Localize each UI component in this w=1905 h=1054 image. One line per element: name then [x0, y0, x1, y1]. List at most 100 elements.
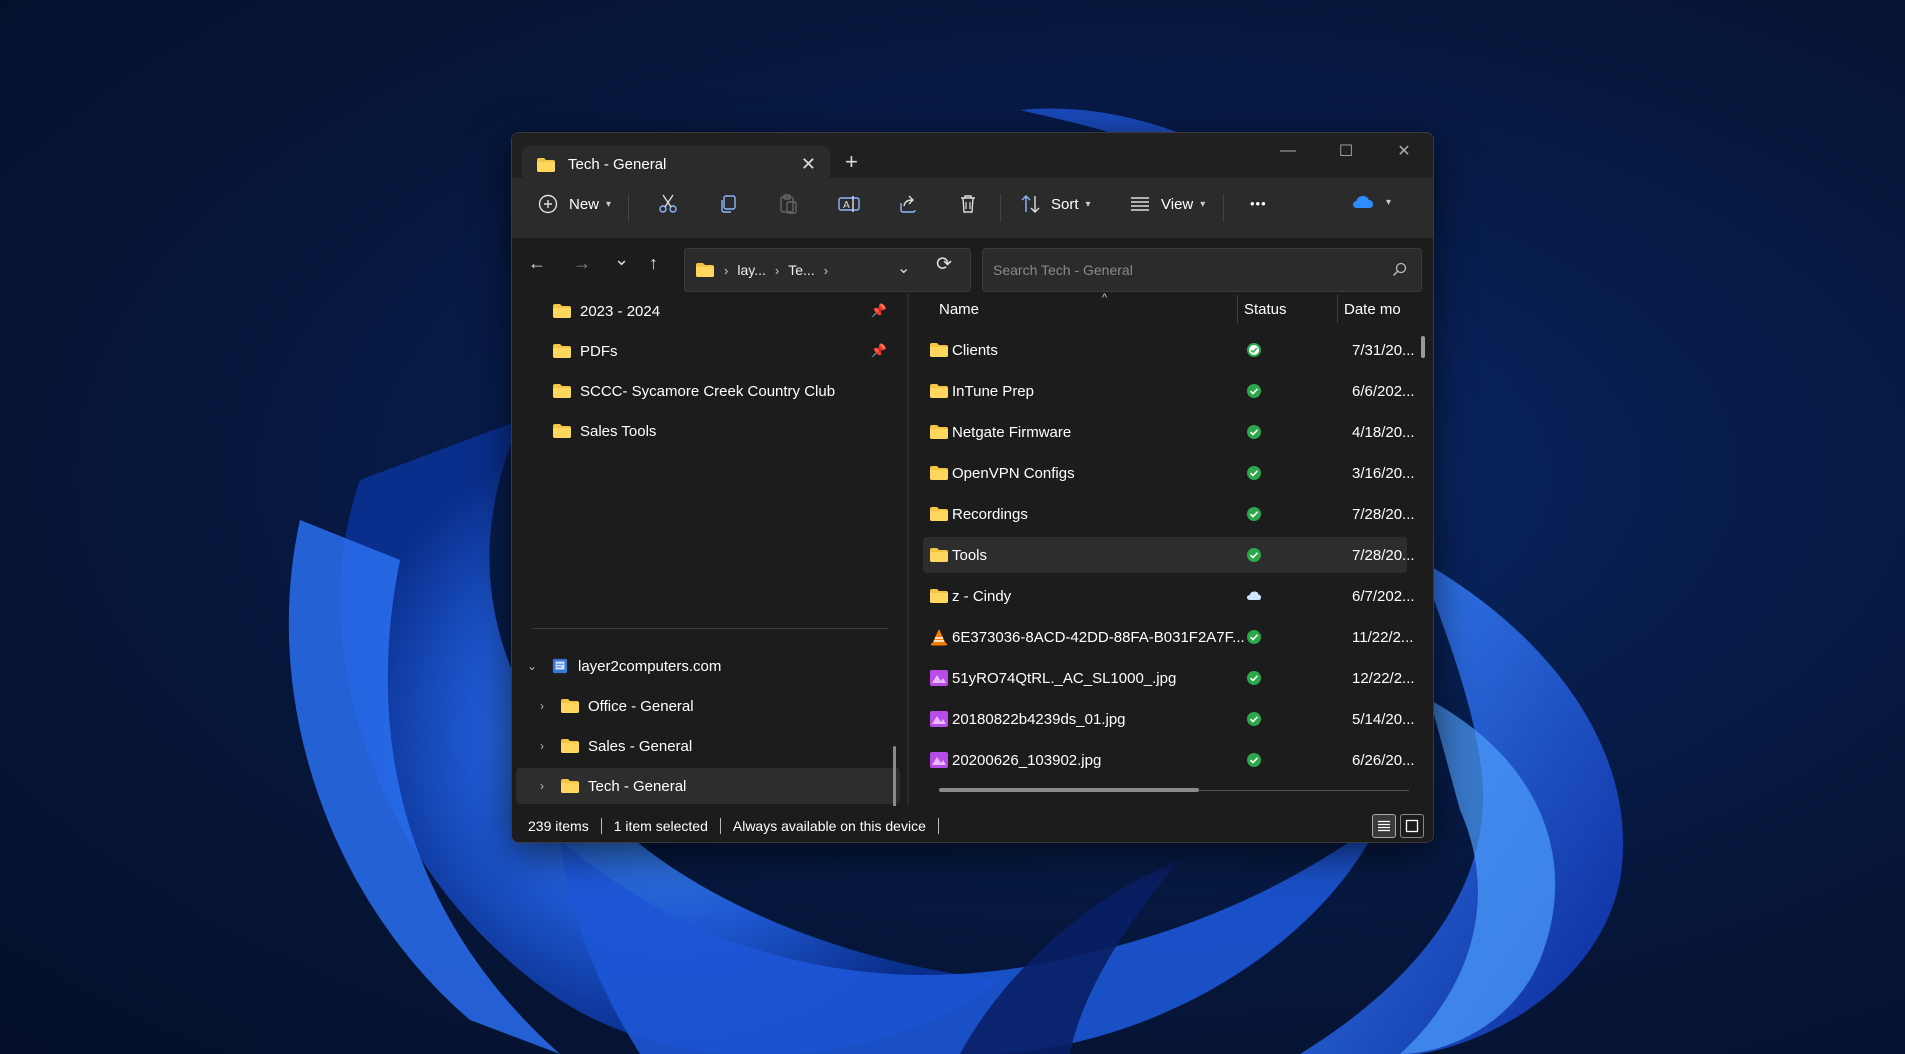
search-placeholder: Search Tech - General	[993, 262, 1133, 278]
pane-splitter[interactable]	[907, 291, 909, 806]
back-button[interactable]: ←	[528, 253, 546, 274]
status-separator	[937, 817, 939, 834]
synced-status-icon	[1247, 712, 1261, 726]
onedrive-button[interactable]: ▾	[1352, 194, 1391, 210]
breadcrumb-item-layer2[interactable]: lay...	[737, 262, 766, 278]
close-window-button[interactable]: ✕	[1375, 133, 1433, 169]
maximize-button[interactable]: ☐	[1317, 133, 1375, 169]
synced-status-icon	[1247, 753, 1261, 767]
close-tab-icon[interactable]: ✕	[801, 154, 816, 175]
cut-button[interactable]	[658, 194, 678, 214]
quick-access-item[interactable]: 2023 - 2024 📌	[552, 293, 887, 329]
file-name: Clients	[952, 341, 998, 359]
horizontal-scrollbar[interactable]	[939, 788, 1199, 792]
recent-locations-button[interactable]: ⌄	[614, 249, 629, 270]
folder-icon	[553, 304, 571, 318]
forward-button[interactable]: →	[573, 253, 591, 274]
column-header-date[interactable]: Date mo	[1344, 291, 1414, 327]
folder-row[interactable]: Clients 7/31/20...	[923, 332, 1415, 368]
folder-icon	[930, 507, 948, 521]
date-modified: 6/26/20...	[1352, 751, 1415, 769]
sort-label: Sort	[1051, 195, 1079, 213]
pin-icon[interactable]: 📌	[871, 343, 887, 359]
synced-status-icon	[1247, 466, 1261, 480]
date-modified: 6/7/202...	[1352, 587, 1415, 605]
synced-status-icon	[1247, 630, 1261, 644]
search-input[interactable]: Search Tech - General	[982, 248, 1422, 292]
add-icon	[538, 194, 558, 214]
view-button[interactable]: View ▾	[1130, 194, 1205, 214]
file-row[interactable]: 20200626_103902.jpg 6/26/20...	[923, 742, 1415, 778]
chevron-down-icon[interactable]: ⌄	[522, 659, 542, 673]
view-icon	[1131, 197, 1149, 211]
new-button[interactable]: New ▾	[538, 194, 611, 214]
copy-button[interactable]	[718, 194, 738, 214]
address-bar[interactable]: › lay... › Te... › ⌄	[684, 248, 971, 292]
divider	[1223, 194, 1224, 222]
more-options-button[interactable]: •••	[1250, 196, 1267, 211]
column-divider[interactable]	[1337, 295, 1338, 323]
date-modified: 7/28/20...	[1352, 505, 1415, 523]
quick-access-item[interactable]: Sales Tools	[552, 413, 887, 449]
quick-access-item[interactable]: SCCC- Sycamore Creek Country Club	[552, 373, 887, 409]
large-icons-view-button[interactable]	[1400, 814, 1424, 838]
sidebar-item-sales-general[interactable]: › Sales - General	[532, 728, 884, 764]
folder-icon	[930, 343, 948, 357]
onedrive-icon	[1353, 196, 1373, 208]
folder-row[interactable]: OpenVPN Configs 3/16/20...	[923, 455, 1415, 491]
quick-access-item[interactable]: PDFs 📌	[552, 333, 887, 369]
folder-icon	[561, 779, 579, 793]
sidebar-divider	[532, 628, 888, 629]
sidebar-item-label: Sales - General	[588, 737, 693, 755]
rename-button[interactable]: A	[838, 194, 860, 214]
sidebar-item-tech-general[interactable]: › Tech - General	[516, 768, 900, 804]
file-row[interactable]: 6E373036-8ACD-42DD-88FA-B031F2A7F... 11/2…	[923, 619, 1413, 655]
chevron-right-icon[interactable]: ›	[532, 699, 552, 713]
date-modified: 7/28/20...	[1352, 546, 1415, 564]
paste-button[interactable]	[778, 194, 798, 214]
cut-icon	[659, 194, 677, 213]
folder-row[interactable]: z - Cindy 6/7/202...	[923, 578, 1415, 614]
delete-button[interactable]	[958, 194, 978, 214]
new-label: New	[569, 195, 600, 213]
chevron-right-icon[interactable]: ›	[532, 739, 552, 753]
sidebar-scrollbar[interactable]	[893, 746, 896, 806]
status-separator	[719, 817, 721, 834]
folder-row[interactable]: InTune Prep 6/6/202...	[923, 373, 1415, 409]
minimize-button[interactable]: —	[1259, 133, 1317, 169]
sidebar-item-office-general[interactable]: › Office - General	[532, 688, 884, 724]
sharepoint-site-icon	[552, 658, 568, 674]
synced-status-icon	[1247, 425, 1261, 439]
vertical-scrollbar[interactable]	[1421, 336, 1425, 358]
pin-icon[interactable]: 📌	[871, 303, 887, 319]
synced-status-icon	[1247, 384, 1261, 398]
column-header-status[interactable]: Status	[1244, 291, 1334, 327]
folder-row[interactable]: Netgate Firmware 4/18/20...	[923, 414, 1415, 450]
file-name: OpenVPN Configs	[952, 464, 1075, 482]
file-name: 6E373036-8ACD-42DD-88FA-B031F2A7F...	[952, 628, 1245, 646]
address-dropdown-button[interactable]: ⌄	[897, 258, 910, 278]
status-separator	[600, 817, 602, 834]
column-header-name[interactable]: Name ^	[939, 291, 1239, 327]
synced-status-icon	[1247, 548, 1261, 562]
date-modified: 4/18/20...	[1352, 423, 1415, 441]
up-button[interactable]: ↑	[649, 253, 658, 274]
new-tab-button[interactable]: +	[845, 149, 858, 175]
sidebar-item-layer2computers-com[interactable]: ⌄ layer2computers.com	[522, 648, 882, 684]
share-button[interactable]	[898, 194, 918, 214]
chevron-right-icon[interactable]: ›	[532, 779, 552, 793]
breadcrumb-item-tech[interactable]: Te...	[788, 262, 814, 278]
refresh-button[interactable]: ⟳	[936, 253, 952, 276]
quick-access-label: PDFs	[580, 342, 618, 360]
file-name: Tools	[952, 546, 988, 564]
sort-button[interactable]: Sort ▾	[1020, 194, 1091, 214]
folder-row[interactable]: Recordings 7/28/20...	[923, 496, 1415, 532]
details-view-button[interactable]	[1372, 814, 1396, 838]
file-explorer-window: Tech - General ✕ + — ☐ ✕ New ▾ A Sort ▾ …	[511, 132, 1434, 843]
file-row[interactable]: 20180822b4239ds_01.jpg 5/14/20...	[923, 701, 1415, 737]
column-divider[interactable]	[1237, 295, 1238, 323]
file-row[interactable]: 51yRO74QtRL._AC_SL1000_.jpg 12/22/2...	[923, 660, 1415, 696]
folder-icon	[553, 424, 571, 438]
chevron-down-icon: ▾	[606, 198, 612, 210]
folder-row[interactable]: Tools 7/28/20...	[923, 537, 1415, 573]
